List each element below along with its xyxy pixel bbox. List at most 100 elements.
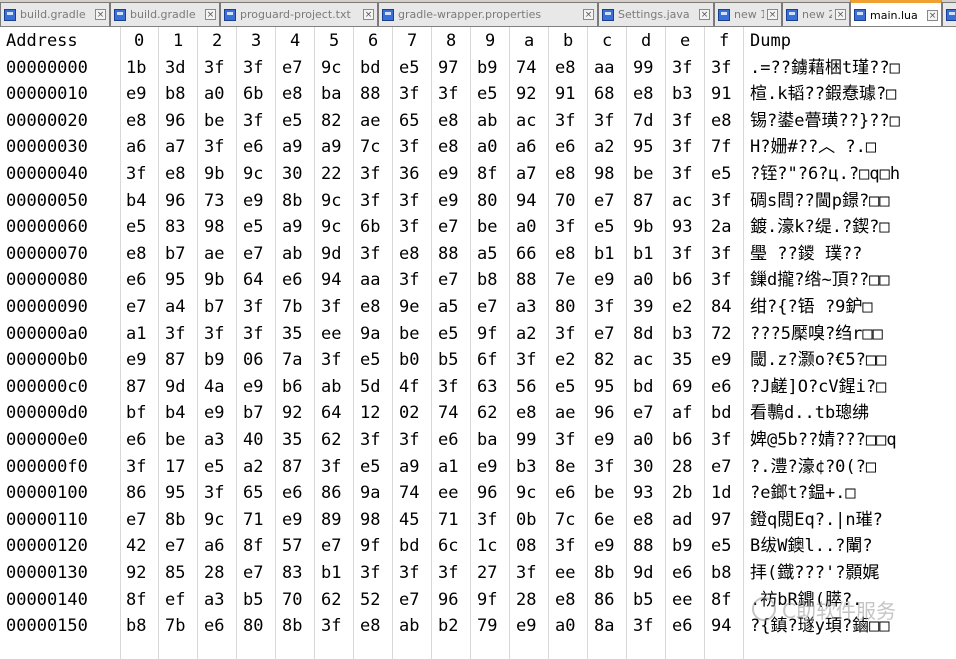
byte-cell[interactable]: e6 <box>711 374 731 401</box>
byte-cell[interactable]: a0 <box>633 427 653 454</box>
byte-cell[interactable]: a3 <box>204 587 224 614</box>
tab-1[interactable]: build.gradle × <box>110 2 220 26</box>
byte-cell[interactable]: 7b <box>282 294 302 321</box>
byte-cell[interactable]: a9 <box>321 134 341 161</box>
byte-cell[interactable]: 80 <box>555 294 575 321</box>
dump-cell[interactable]: 看鷒d..tb璁绋 <box>750 400 956 427</box>
byte-cell[interactable]: b9 <box>672 533 692 560</box>
byte-cell[interactable]: e8 <box>360 613 380 640</box>
byte-cell[interactable]: 3f <box>399 560 419 587</box>
byte-cell[interactable]: e6 <box>282 267 302 294</box>
byte-cell[interactable]: b1 <box>321 560 341 587</box>
byte-cell[interactable]: aa <box>594 55 614 82</box>
byte-cell[interactable]: e8 <box>516 400 536 427</box>
byte-cell[interactable]: 3f <box>360 560 380 587</box>
byte-cell[interactable]: 3f <box>360 188 380 215</box>
byte-cell[interactable]: 3f <box>243 321 263 348</box>
byte-cell[interactable]: e7 <box>165 533 185 560</box>
byte-cell[interactable]: e7 <box>126 294 146 321</box>
byte-cell[interactable]: b5 <box>243 587 263 614</box>
byte-cell[interactable]: 88 <box>360 81 380 108</box>
byte-cell[interactable]: 36 <box>399 161 419 188</box>
dump-cell[interactable]: 璺 ??鑁 璞?? <box>750 241 956 268</box>
byte-cell[interactable]: e6 <box>282 480 302 507</box>
byte-cell[interactable]: 3f <box>360 241 380 268</box>
byte-cell[interactable]: 0b <box>516 507 536 534</box>
byte-cell[interactable]: 87 <box>126 374 146 401</box>
byte-cell[interactable]: 08 <box>516 533 536 560</box>
byte-cell[interactable]: ac <box>633 347 653 374</box>
byte-cell[interactable]: e9 <box>243 374 263 401</box>
byte-cell[interactable]: e9 <box>243 188 263 215</box>
byte-cell[interactable]: 8b <box>165 507 185 534</box>
byte-cell[interactable]: 9c <box>321 214 341 241</box>
byte-cell[interactable]: 93 <box>672 214 692 241</box>
byte-cell[interactable]: 73 <box>204 188 224 215</box>
byte-cell[interactable]: 06 <box>243 347 263 374</box>
byte-cell[interactable]: e9 <box>594 267 614 294</box>
byte-cell[interactable]: 9b <box>633 214 653 241</box>
byte-cell[interactable]: 72 <box>711 321 731 348</box>
byte-cell[interactable]: 98 <box>360 507 380 534</box>
byte-cell[interactable]: a2 <box>516 321 536 348</box>
byte-cell[interactable]: 1d <box>711 480 731 507</box>
byte-cell[interactable]: 6b <box>243 81 263 108</box>
byte-cell[interactable]: 89 <box>321 507 341 534</box>
byte-cell[interactable]: e9 <box>438 161 458 188</box>
byte-cell[interactable]: 62 <box>477 400 497 427</box>
byte-cell[interactable]: 95 <box>165 480 185 507</box>
byte-cell[interactable]: 3f <box>126 454 146 481</box>
byte-cell[interactable]: 92 <box>282 400 302 427</box>
byte-cell[interactable]: e9 <box>477 454 497 481</box>
byte-cell[interactable]: e8 <box>360 294 380 321</box>
byte-cell[interactable]: a9 <box>282 134 302 161</box>
byte-cell[interactable]: 3f <box>594 454 614 481</box>
byte-cell[interactable]: a9 <box>399 454 419 481</box>
byte-cell[interactable]: e5 <box>438 321 458 348</box>
byte-cell[interactable]: 3f <box>711 267 731 294</box>
byte-cell[interactable]: 95 <box>594 374 614 401</box>
byte-cell[interactable]: 9c <box>516 480 536 507</box>
byte-cell[interactable]: e7 <box>594 321 614 348</box>
byte-cell[interactable]: 3f <box>594 108 614 135</box>
byte-cell[interactable]: 45 <box>399 507 419 534</box>
byte-cell[interactable]: 3f <box>672 108 692 135</box>
byte-cell[interactable]: e7 <box>477 294 497 321</box>
close-tab-icon[interactable]: × <box>927 9 938 21</box>
byte-cell[interactable]: e8 <box>438 108 458 135</box>
byte-cell[interactable]: 1b <box>126 55 146 82</box>
byte-cell[interactable]: b9 <box>477 55 497 82</box>
byte-cell[interactable]: e8 <box>126 108 146 135</box>
byte-cell[interactable]: 62 <box>321 427 341 454</box>
byte-cell[interactable]: a6 <box>204 533 224 560</box>
byte-cell[interactable]: 65 <box>399 108 419 135</box>
byte-cell[interactable]: 3f <box>204 480 224 507</box>
byte-cell[interactable]: 80 <box>477 188 497 215</box>
byte-cell[interactable]: b2 <box>438 613 458 640</box>
byte-cell[interactable]: e6 <box>555 480 575 507</box>
byte-cell[interactable]: 62 <box>321 587 341 614</box>
byte-cell[interactable]: ae <box>360 108 380 135</box>
byte-cell[interactable]: 9d <box>633 560 653 587</box>
close-tab-icon[interactable]: × <box>363 9 374 20</box>
byte-cell[interactable]: 9a <box>360 321 380 348</box>
byte-cell[interactable]: 3f <box>243 55 263 82</box>
byte-cell[interactable]: ac <box>516 108 536 135</box>
byte-cell[interactable]: e6 <box>438 427 458 454</box>
byte-cell[interactable]: 86 <box>321 480 341 507</box>
byte-cell[interactable]: b4 <box>126 188 146 215</box>
byte-cell[interactable]: 8a <box>594 613 614 640</box>
byte-cell[interactable]: 3f <box>126 161 146 188</box>
byte-cell[interactable]: e6 <box>243 134 263 161</box>
byte-cell[interactable]: e5 <box>243 214 263 241</box>
byte-cell[interactable]: b3 <box>672 81 692 108</box>
byte-cell[interactable]: 88 <box>516 267 536 294</box>
tab-0[interactable]: build.gradle × <box>0 2 110 26</box>
byte-cell[interactable]: 3f <box>399 81 419 108</box>
byte-cell[interactable]: e9 <box>282 507 302 534</box>
byte-cell[interactable]: a3 <box>516 294 536 321</box>
byte-cell[interactable]: e6 <box>672 560 692 587</box>
byte-cell[interactable]: a2 <box>243 454 263 481</box>
byte-cell[interactable]: e6 <box>204 613 224 640</box>
byte-cell[interactable]: 3f <box>204 134 224 161</box>
